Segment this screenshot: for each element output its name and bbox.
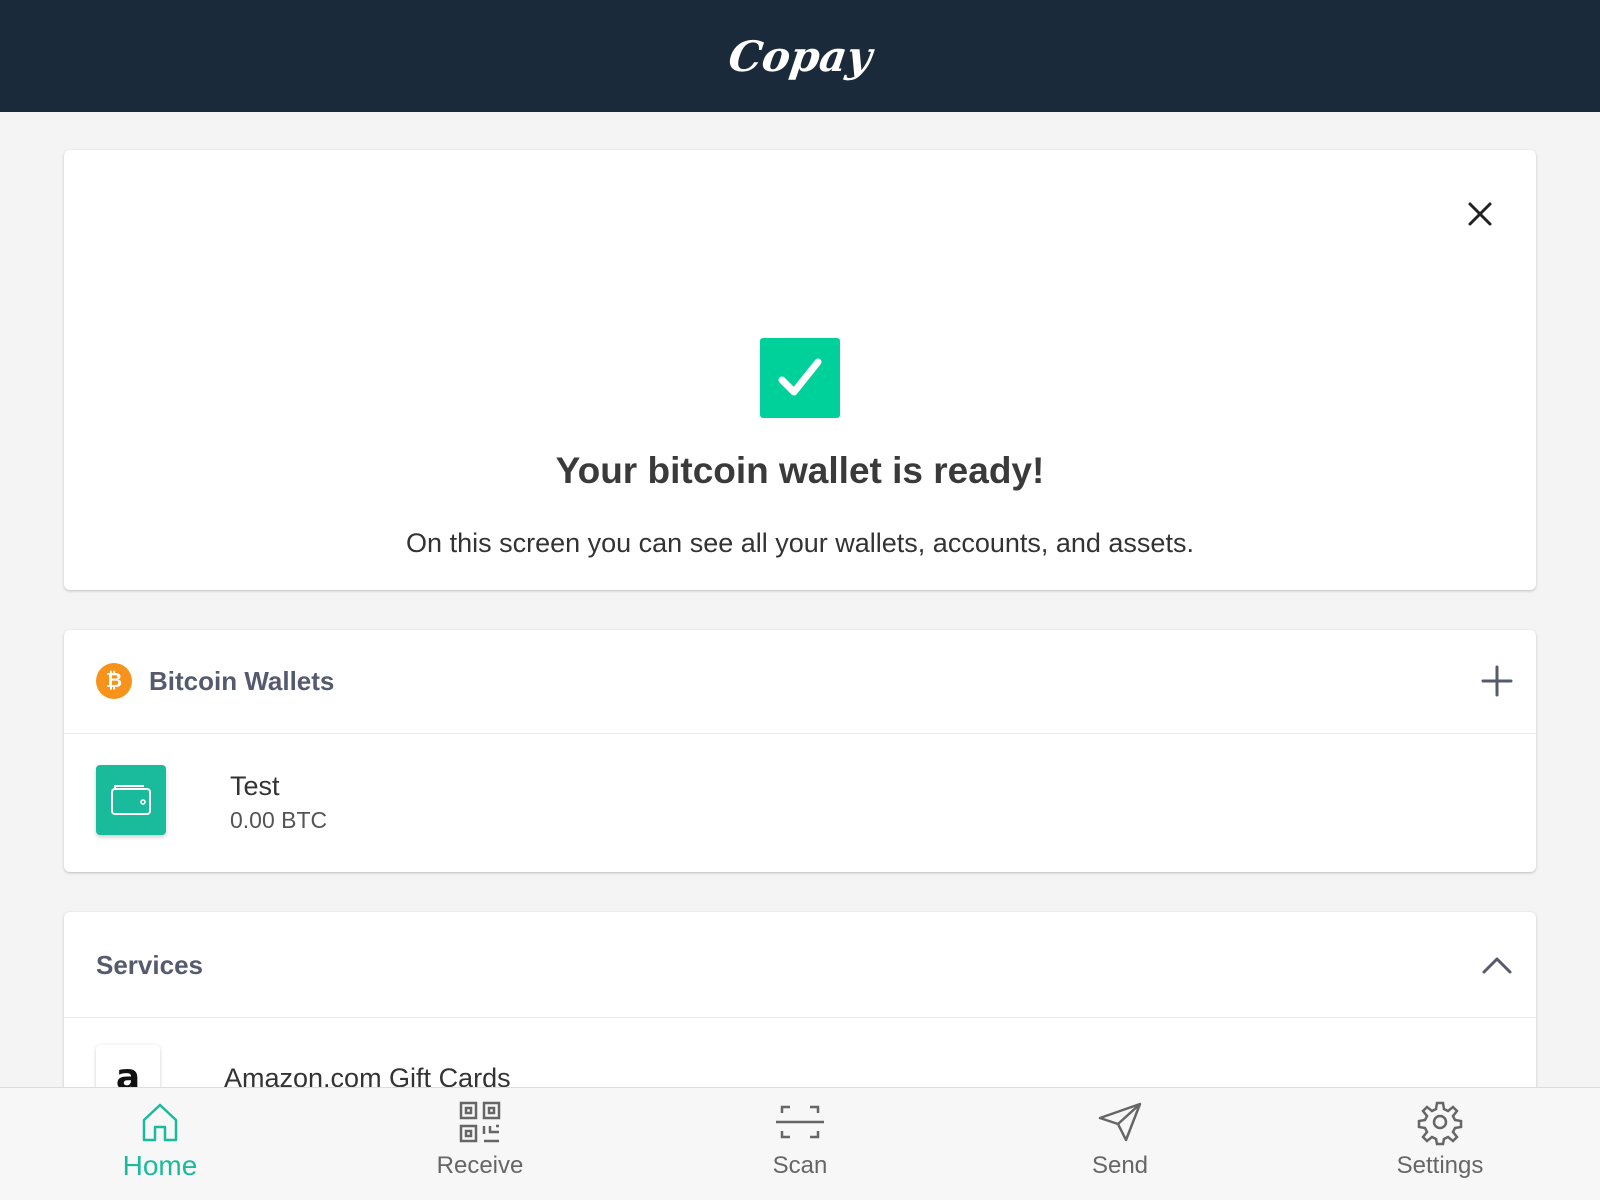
wallets-title: Bitcoin Wallets [149, 666, 335, 696]
wallet-avatar [96, 765, 166, 835]
nav-send[interactable]: Send [960, 1088, 1280, 1200]
copay-logo: Copay [725, 31, 875, 81]
ready-title: Your bitcoin wallet is ready! [555, 450, 1045, 491]
bitcoin-icon: ₿ [96, 663, 132, 699]
success-check-badge [760, 338, 840, 418]
add-wallet-button[interactable] [1480, 664, 1514, 698]
services-card: Services a Amazon.com Gift Cards [64, 912, 1536, 1087]
amazon-logo-icon: a [96, 1045, 160, 1087]
nav-home[interactable]: Home [0, 1088, 320, 1200]
nav-settings[interactable]: Settings [1280, 1088, 1600, 1200]
nav-receive[interactable]: Receive [320, 1088, 640, 1200]
service-item-amazon[interactable]: a Amazon.com Gift Cards [64, 1019, 1536, 1087]
paper-plane-icon [1098, 1102, 1142, 1142]
wallet-item[interactable]: Test 0.00 BTC [64, 735, 1536, 872]
service-label: Amazon.com Gift Cards [224, 1063, 511, 1087]
services-title: Services [96, 950, 203, 980]
scan-icon [776, 1105, 824, 1139]
nav-receive-label: Receive [436, 1152, 524, 1179]
ready-subtitle: On this screen you can see all your wall… [406, 528, 1194, 558]
collapse-services-button[interactable] [1480, 948, 1514, 982]
app-header: Copay [0, 0, 1600, 112]
wallet-ready-card: Your bitcoin wallet is ready! On this sc… [64, 150, 1536, 590]
nav-send-label: Send [1091, 1152, 1149, 1179]
bitcoin-wallets-card: ₿ Bitcoin Wallets Test 0.00 BTC [64, 630, 1536, 872]
services-header[interactable]: Services [64, 912, 1536, 1018]
home-icon [142, 1103, 178, 1142]
close-button[interactable] [1464, 198, 1496, 230]
gear-icon [1417, 1101, 1463, 1146]
wallet-icon [111, 785, 151, 815]
nav-scan-label: Scan [772, 1152, 828, 1179]
bottom-nav: Home Receive Scan Send Settings [0, 1087, 1600, 1200]
plus-icon [1481, 665, 1513, 697]
chevron-up-icon [1482, 957, 1512, 974]
home-content[interactable]: Your bitcoin wallet is ready! On this sc… [0, 112, 1600, 1087]
nav-settings-label: Settings [1396, 1152, 1484, 1179]
nav-scan[interactable]: Scan [640, 1088, 960, 1200]
nav-home-label: Home [122, 1150, 198, 1181]
close-icon [1468, 202, 1492, 226]
wallet-balance: 0.00 BTC [230, 807, 328, 833]
qr-code-icon [459, 1101, 501, 1143]
wallet-name: Test [230, 771, 280, 801]
wallets-header: ₿ Bitcoin Wallets [64, 630, 1536, 734]
checkmark-icon [778, 358, 822, 396]
